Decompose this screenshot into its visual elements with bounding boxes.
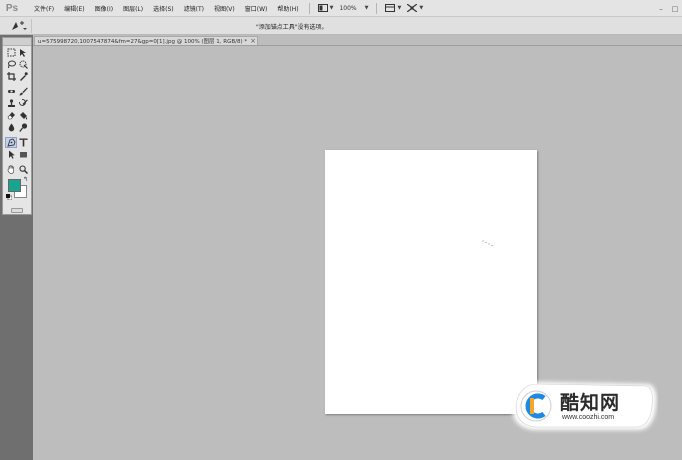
zoom-level[interactable]: 100%: [339, 5, 356, 12]
minimize-button[interactable]: –: [654, 2, 668, 15]
options-bar: "添加锚点工具"没有选项。: [0, 17, 682, 35]
history-brush-tool[interactable]: [17, 98, 29, 109]
menu-help[interactable]: 帮助(H): [272, 4, 303, 13]
add-anchor-point-icon: [11, 20, 27, 30]
move-tool[interactable]: [17, 47, 29, 58]
eraser-tool[interactable]: [5, 110, 17, 121]
stamp-icon: [7, 98, 15, 107]
brush-icon: [19, 87, 28, 95]
blur-tool[interactable]: [5, 122, 17, 133]
dodge-icon: [18, 122, 27, 132]
quick-mask-button[interactable]: [3, 205, 31, 215]
zoom-tool[interactable]: [17, 164, 29, 175]
quick-selection-tool[interactable]: [17, 59, 29, 70]
lasso-icon: [7, 60, 16, 68]
tool-preset-picker[interactable]: [4, 18, 32, 33]
brush-tool[interactable]: [17, 86, 29, 97]
path-selection-tool[interactable]: [5, 149, 17, 160]
fullscreen-icon: [407, 4, 418, 12]
menu-separator: [308, 2, 310, 14]
menu-file[interactable]: 文件(F): [29, 4, 59, 13]
menu-image[interactable]: 图像(I): [90, 4, 118, 13]
maximize-button[interactable]: □: [668, 2, 682, 15]
menu-bar: Ps 文件(F) 编辑(E) 图像(I) 图层(L) 选择(S) 滤镜(T) 视…: [0, 0, 682, 17]
paint-bucket-icon: [19, 111, 27, 120]
coozhi-watermark: 酷知网 www.coozhi.com: [508, 378, 658, 434]
healing-brush-tool[interactable]: [5, 86, 17, 97]
type-icon: [19, 138, 27, 146]
hand-tool[interactable]: [5, 164, 17, 175]
color-swatches: ↰: [3, 175, 31, 205]
chevron-down-icon: ▼: [364, 5, 369, 11]
arrange-icon: [385, 4, 396, 12]
launch-bridge-button[interactable]: ▼: [317, 4, 334, 12]
zoom-dropdown[interactable]: ▼: [363, 5, 369, 11]
close-icon[interactable]: ×: [249, 37, 257, 45]
document-tab-title: u=575998720,1007547874&fm=27&gp=0[1].jpg…: [38, 39, 248, 45]
chevron-down-icon: ▼: [397, 5, 402, 11]
menu-select[interactable]: 选择(S): [148, 4, 179, 13]
bandage-icon: [7, 89, 15, 93]
default-colors-icon[interactable]: [6, 194, 12, 200]
menu-window[interactable]: 窗口(W): [240, 4, 273, 13]
screen-mode-icon: [317, 4, 328, 12]
magnifier-icon: [18, 164, 28, 174]
eyedropper-icon: [19, 71, 28, 81]
dodge-tool[interactable]: [17, 122, 29, 133]
menu-separator: [376, 2, 378, 14]
toolbox: ↰: [2, 37, 32, 215]
type-tool[interactable]: [17, 137, 29, 148]
foreground-color-swatch[interactable]: [8, 179, 21, 192]
photoshop-logo: Ps: [5, 2, 19, 14]
arrow-icon: [8, 150, 15, 159]
menu-edit[interactable]: 编辑(E): [59, 4, 89, 13]
chevron-down-icon: ▼: [329, 5, 334, 11]
quick-selection-icon: [19, 60, 28, 69]
hand-icon: [7, 165, 14, 174]
anchor-point-dots: [482, 240, 493, 247]
marquee-tool[interactable]: [5, 47, 17, 58]
maximize-icon: □: [671, 4, 679, 13]
rectangle-tool[interactable]: [17, 149, 29, 160]
screen-mode-button[interactable]: ▼: [407, 4, 423, 12]
eyedropper-tool[interactable]: [17, 71, 29, 82]
options-message: "添加锚点工具"没有选项。: [256, 24, 328, 31]
lasso-tool[interactable]: [5, 59, 17, 70]
clone-stamp-tool[interactable]: [5, 98, 17, 109]
toolbox-grip[interactable]: [3, 38, 31, 46]
pen-tool[interactable]: [5, 136, 17, 148]
crop-tool[interactable]: [5, 71, 17, 82]
watermark-text: 酷知网: [560, 392, 621, 414]
document-tab[interactable]: u=575998720,1007547874&fm=27&gp=0[1].jpg…: [34, 36, 258, 45]
rectangle-icon: [19, 151, 27, 157]
arrange-documents-button[interactable]: ▼: [385, 4, 401, 12]
menu-filter[interactable]: 滤镜(T): [179, 4, 209, 13]
marquee-icon: [7, 48, 15, 56]
chevron-down-icon: ▼: [419, 5, 424, 11]
menu-layer[interactable]: 图层(L): [118, 4, 148, 13]
crop-icon: [6, 71, 16, 81]
history-brush-icon: [18, 98, 28, 106]
droplet-icon: [8, 123, 14, 131]
menu-view[interactable]: 视图(V): [209, 4, 240, 13]
move-icon: [19, 48, 26, 57]
watermark-url: www.coozhi.com: [562, 414, 615, 421]
minimize-icon: –: [659, 4, 663, 13]
paint-bucket-tool[interactable]: [17, 110, 29, 121]
window-controls: – □: [654, 0, 682, 17]
swap-colors-icon[interactable]: ↰: [23, 176, 28, 183]
document-canvas[interactable]: [325, 150, 537, 414]
quick-mask-icon: [11, 207, 23, 213]
eraser-icon: [7, 111, 15, 119]
pen-icon: [6, 137, 15, 147]
